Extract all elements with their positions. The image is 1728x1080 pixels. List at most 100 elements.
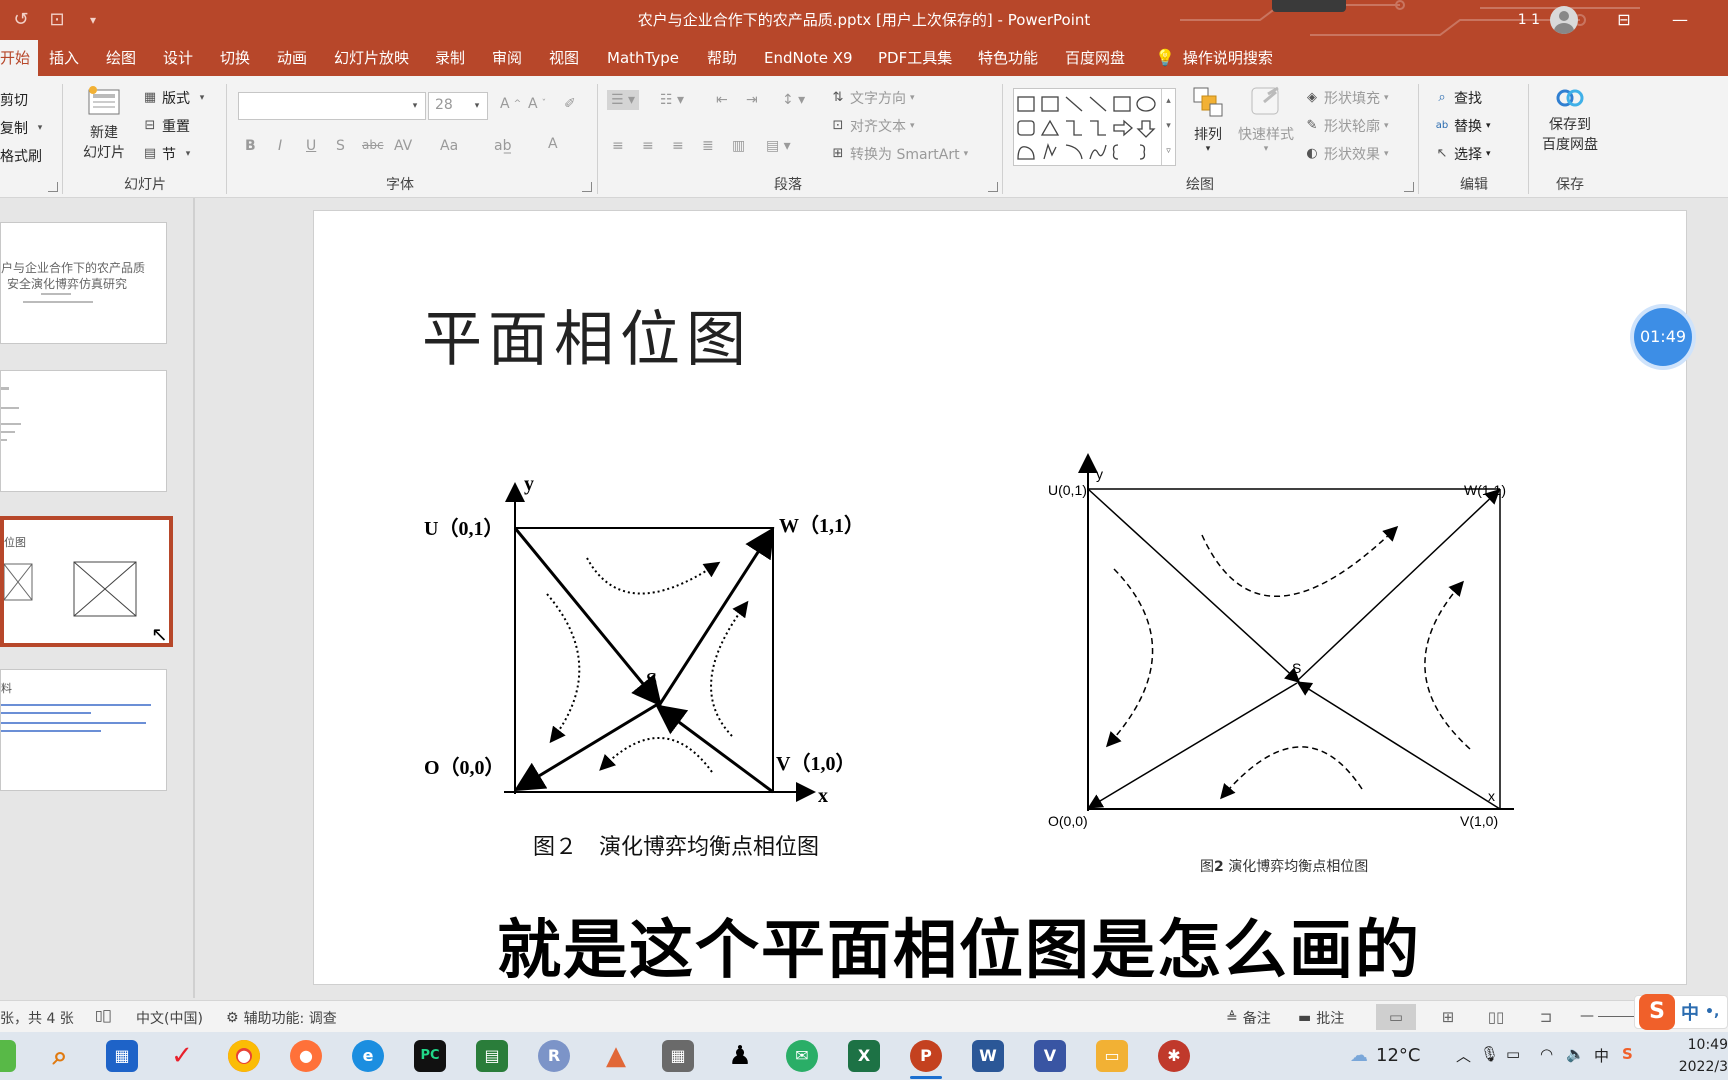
spelling-icon[interactable]: ▯⃝ bbox=[95, 1008, 111, 1024]
app-red-icon[interactable]: ✓ bbox=[166, 1040, 198, 1072]
italic-button[interactable]: I bbox=[278, 138, 282, 154]
file-explorer-icon[interactable]: ▭ bbox=[1096, 1040, 1128, 1072]
numbering-button[interactable]: ☷ ▾ bbox=[660, 92, 684, 108]
cut-button[interactable]: 剪切 bbox=[0, 90, 28, 110]
bullets-button[interactable]: ☰ ▾ bbox=[607, 90, 640, 110]
align-text-button[interactable]: ⊡ 对齐文本 ▾ bbox=[830, 116, 915, 136]
edge-icon[interactable]: e bbox=[352, 1040, 384, 1072]
smartart-button[interactable]: ⊞ 转换为 SmartArt ▾ bbox=[830, 144, 969, 164]
slide-canvas[interactable]: 平面相位图 y x U（0,1） W（1,1） O（0,0） V（1,0） S … bbox=[313, 210, 1687, 988]
slide-sorter-view-icon[interactable]: ⊞ bbox=[1428, 1004, 1468, 1030]
tab-draw[interactable]: 绘图 bbox=[106, 40, 136, 76]
shapes-gallery[interactable]: ▴ ▾ ▿ bbox=[1013, 88, 1176, 166]
wechat-icon[interactable]: ✉ bbox=[786, 1040, 818, 1072]
justify-icon[interactable]: ≣ bbox=[702, 138, 714, 154]
app-partial-icon[interactable] bbox=[0, 1040, 16, 1072]
find-button[interactable]: ⌕ 查找 bbox=[1434, 88, 1482, 108]
recording-timer[interactable]: 01:49 bbox=[1634, 308, 1692, 366]
qq-icon[interactable]: ♟ bbox=[724, 1040, 756, 1072]
columns-icon[interactable]: ▤ ▾ bbox=[766, 138, 791, 154]
app-green-icon[interactable]: ▤ bbox=[476, 1040, 508, 1072]
bold-button[interactable]: B bbox=[245, 138, 256, 154]
shadow-button[interactable]: S bbox=[336, 138, 345, 154]
layout-button[interactable]: ▦ 版式 ▾ bbox=[142, 88, 210, 108]
zoom-slider[interactable] bbox=[1598, 1016, 1638, 1017]
tab-design[interactable]: 设计 bbox=[163, 40, 193, 76]
tab-endnote[interactable]: EndNote X9 bbox=[764, 40, 853, 76]
align-right-icon[interactable]: ≡ bbox=[672, 138, 684, 154]
new-slide-button[interactable]: 新建 幻灯片 bbox=[74, 84, 134, 164]
matlab-icon[interactable]: ▲ bbox=[600, 1040, 632, 1072]
pane-divider[interactable] bbox=[193, 198, 195, 998]
replace-button[interactable]: ab 替换 ▾ bbox=[1434, 116, 1491, 136]
select-button[interactable]: ↖ 选择 ▾ bbox=[1434, 144, 1491, 164]
minimize-button[interactable]: — bbox=[1668, 8, 1692, 32]
tab-animations[interactable]: 动画 bbox=[277, 40, 307, 76]
slide-thumbnail-4[interactable]: 料 bbox=[0, 669, 167, 791]
slideshow-view-icon[interactable]: ⊐ bbox=[1526, 1004, 1566, 1030]
tab-special-features[interactable]: 特色功能 bbox=[978, 40, 1038, 76]
text-direction-button[interactable]: ⇅ 文字方向 ▾ bbox=[830, 88, 915, 108]
ime-tray-icon[interactable]: 中 bbox=[1594, 1045, 1609, 1066]
tab-help[interactable]: 帮助 bbox=[707, 40, 737, 76]
right-phase-diagram[interactable]: y x U(0,1) W(1,1) O(0,0) V(1,0) S bbox=[1044, 451, 1514, 831]
slide-count[interactable]: 张，共 4 张 bbox=[0, 1008, 74, 1028]
tell-me-search[interactable]: 💡 操作说明搜索 bbox=[1155, 40, 1273, 76]
slide-thumbnail-3[interactable]: 位图 bbox=[0, 516, 173, 647]
comments-button[interactable]: ▬ 批注 bbox=[1298, 1008, 1344, 1028]
reset-button[interactable]: ⊟ 重置 bbox=[142, 116, 190, 136]
tab-home[interactable]: 开始 bbox=[0, 40, 39, 76]
copy-button[interactable]: 复制 ▾ bbox=[0, 118, 48, 138]
slide-title[interactable]: 平面相位图 bbox=[422, 291, 752, 378]
font-launcher-icon[interactable] bbox=[582, 182, 592, 192]
clock[interactable]: 10:49 2022/3 bbox=[1672, 1034, 1728, 1078]
chrome-icon[interactable]: ● bbox=[228, 1040, 260, 1072]
section-button[interactable]: ▤ 节 ▾ bbox=[142, 144, 196, 164]
sogou-tray-icon[interactable]: S bbox=[1622, 1045, 1633, 1063]
tab-slideshow[interactable]: 幻灯片放映 bbox=[334, 40, 409, 76]
volume-icon[interactable]: 🔈 bbox=[1566, 1045, 1585, 1063]
accessibility-indicator[interactable]: ⚙ 辅助功能: 调查 bbox=[226, 1008, 337, 1028]
ribbon-display-options-icon[interactable]: ⊟ bbox=[1612, 8, 1636, 32]
format-painter-button[interactable]: 格式刷 bbox=[0, 146, 42, 166]
language-indicator[interactable]: 中文(中国) bbox=[136, 1008, 203, 1028]
tab-review[interactable]: 审阅 bbox=[492, 40, 522, 76]
underline-button[interactable]: U bbox=[306, 138, 316, 154]
decrease-font-button[interactable]: Aˇ bbox=[528, 96, 546, 112]
firefox-icon[interactable]: ● bbox=[290, 1040, 322, 1072]
slide-thumbnail-1[interactable]: 户与企业合作下的农产品质 安全演化博弈仿真研究 bbox=[0, 222, 167, 344]
tray-chevron-icon[interactable]: ︿ bbox=[1456, 1045, 1471, 1066]
tab-transitions[interactable]: 切换 bbox=[220, 40, 250, 76]
tab-insert[interactable]: 插入 bbox=[49, 40, 79, 76]
paragraph-launcher-icon[interactable] bbox=[988, 182, 998, 192]
avatar[interactable] bbox=[1550, 6, 1578, 34]
normal-view-icon[interactable]: ▭ bbox=[1376, 1004, 1416, 1030]
tab-mathtype[interactable]: MathType bbox=[607, 40, 679, 76]
wifi-icon[interactable]: ◠ bbox=[1540, 1045, 1553, 1063]
increase-font-button[interactable]: A ^ bbox=[500, 96, 521, 112]
highlight-icon[interactable]: ab̲ bbox=[494, 138, 511, 154]
decrease-indent-icon[interactable]: ⇤ bbox=[716, 92, 728, 108]
tab-view[interactable]: 视图 bbox=[549, 40, 579, 76]
font-size-combo[interactable]: 28 ▾ bbox=[428, 92, 488, 120]
quick-styles-button[interactable]: 快速样式 ▾ bbox=[1232, 84, 1300, 154]
slide-thumbnail-2[interactable] bbox=[0, 370, 167, 492]
arrange-button[interactable]: 排列 ▾ bbox=[1186, 84, 1230, 154]
app-red-round-icon[interactable]: ✱ bbox=[1158, 1040, 1190, 1072]
battery-icon[interactable]: ▭ bbox=[1506, 1045, 1520, 1063]
tab-pdf-tools[interactable]: PDF工具集 bbox=[878, 40, 952, 76]
calculator-icon[interactable]: ▦ bbox=[662, 1040, 694, 1072]
change-case-button[interactable]: Aa bbox=[440, 138, 458, 154]
weather-widget[interactable]: ☁ 12°C bbox=[1350, 1045, 1420, 1066]
font-name-combo[interactable]: ▾ bbox=[238, 92, 426, 120]
microphone-icon[interactable]: 🎙 bbox=[1480, 1045, 1499, 1063]
zoom-out-icon[interactable]: — bbox=[1580, 1008, 1594, 1024]
app-store-icon[interactable]: ▦ bbox=[106, 1040, 138, 1072]
shape-outline-button[interactable]: ✎ 形状轮廓 ▾ bbox=[1304, 116, 1389, 136]
reading-view-icon[interactable]: ▯▯ bbox=[1476, 1004, 1516, 1030]
shape-effects-button[interactable]: ◐ 形状效果 ▾ bbox=[1304, 144, 1388, 164]
left-phase-diagram[interactable]: y x U（0,1） W（1,1） O（0,0） V（1,0） S bbox=[424, 476, 864, 806]
visio-icon[interactable]: V bbox=[1034, 1040, 1066, 1072]
tab-record[interactable]: 录制 bbox=[435, 40, 465, 76]
shape-fill-button[interactable]: ◈ 形状填充 ▾ bbox=[1304, 88, 1389, 108]
